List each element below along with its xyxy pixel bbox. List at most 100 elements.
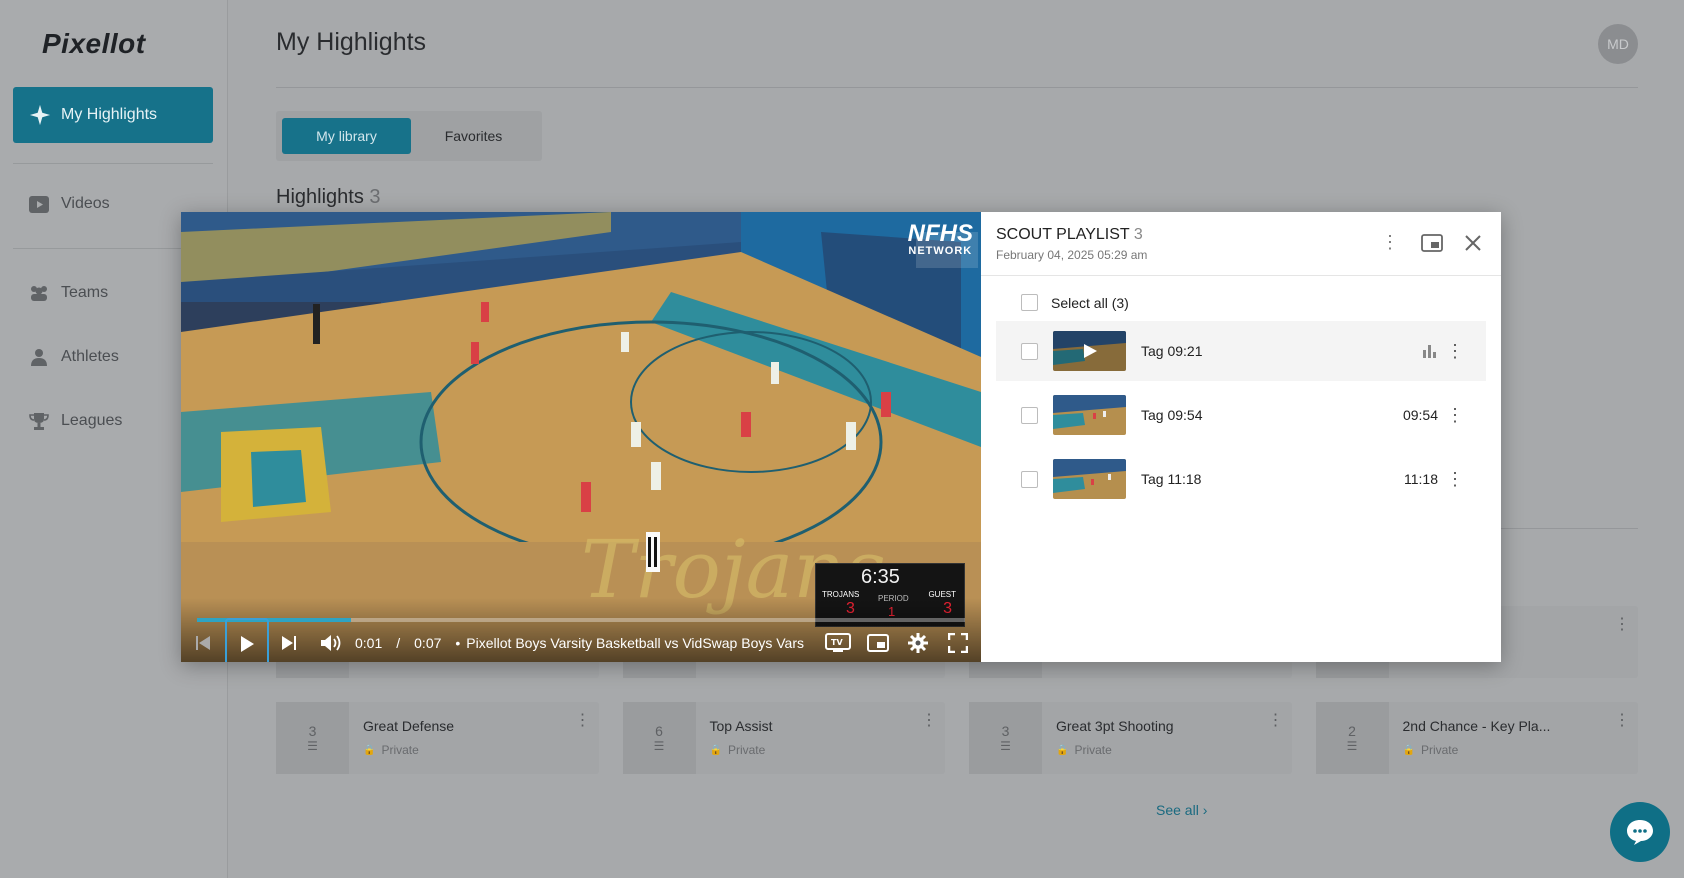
svg-text:TV: TV [831,638,843,647]
settings-button[interactable] [898,626,938,660]
volume-button[interactable] [309,626,353,660]
clip-thumbnail[interactable] [1053,331,1126,371]
clip-more-icon[interactable]: ⋮ [1446,341,1464,362]
close-icon[interactable] [1465,234,1481,251]
playlist-card[interactable]: 6 ☰ Top Assist 🔒 Private ⋮ [622,702,945,774]
pip-button[interactable] [858,626,898,660]
playlist-icon: ☰ [1346,739,1358,753]
playlist-title: Great Defense [363,718,455,734]
more-icon[interactable]: ⋮ [1614,710,1630,730]
clip-more-icon[interactable]: ⋮ [1446,469,1464,490]
highlights-label: Highlights [276,186,364,208]
watermark-top: NFHS [907,220,973,247]
gear-icon [908,633,929,653]
time-separator: / [396,635,401,651]
clip-checkbox[interactable] [1021,342,1038,360]
current-time: 0:01 [355,635,383,651]
avatar[interactable]: MD [1598,24,1638,64]
more-icon[interactable]: ⋮ [1614,614,1630,634]
select-all-checkbox[interactable] [1021,294,1038,311]
privacy-text: Private [381,743,419,757]
watermark-bottom: NETWORK [908,245,973,257]
playlist-panel: SCOUT PLAYLIST 3 February 04, 2025 05:29… [981,212,1501,662]
sidebar-item-my-highlights[interactable]: My Highlights [13,87,213,143]
playlist-title: Great 3pt Shooting [1056,718,1174,734]
fullscreen-button[interactable] [938,626,978,660]
sidebar-divider [13,163,213,164]
panel-actions: ⋮ [1381,232,1481,253]
clip-thumbnail[interactable] [1053,459,1126,499]
select-all-label: Select all (3) [1051,294,1129,311]
see-all-label: See all [1156,802,1199,818]
clip-label: Tag 09:21 [1141,343,1203,359]
clip-item[interactable]: Tag 09:21 ⋮ [996,321,1486,381]
progress-fill [197,618,351,622]
lock-icon: 🔒 [363,744,376,756]
clip-checkbox[interactable] [1021,406,1038,424]
tab-my-library[interactable]: My library [282,118,411,154]
playlist-icon: ☰ [1000,739,1011,753]
video-title: Pixellot Boys Varsity Basketball vs VidS… [466,635,804,651]
game-clock: 6:35 [861,566,900,588]
sidebar-item-label: Teams [61,284,109,301]
app-root: Pixellot My Highlights Videos Teams Athl… [0,0,1684,878]
playlist-title: 2nd Chance - Key Pla... [1402,718,1551,734]
privacy-label: 🔒 Private [710,743,773,757]
sidebar-item-label: Leagues [61,412,123,429]
progress-bar[interactable] [197,618,965,622]
next-button[interactable] [269,626,309,660]
play-icon [241,636,254,652]
chevron-right-icon: › [1202,802,1208,818]
select-all[interactable]: Select all (3) [1021,294,1129,311]
sidebar-item-label: Videos [61,195,110,212]
privacy-label: 🔒 Private [1403,743,1551,757]
sidebar-item-label: Athletes [61,348,119,365]
playlist-card[interactable]: 3 ☰ Great 3pt Shooting 🔒 Private ⋮ [969,702,1292,774]
more-icon[interactable]: ⋮ [1268,710,1284,730]
clip-thumbnail[interactable] [1053,395,1126,435]
play-button[interactable] [225,618,269,662]
privacy-text: Private [1420,743,1459,757]
highlights-heading: Highlights 3 [276,186,381,209]
previous-button[interactable] [181,626,225,660]
more-options-icon[interactable]: ⋮ [1381,232,1399,253]
fullscreen-icon [948,633,969,653]
pixellot-logo[interactable]: Pixellot [42,28,146,60]
playlist-row: 3 ☰ Great Defense 🔒 Private ⋮ 6 ☰ Top Assist… [276,702,1638,774]
clip-checkbox[interactable] [1021,470,1038,488]
library-tabs: My library Favorites [276,111,542,161]
playlist-count: 6 [655,723,663,739]
playlist-count: 3 [1133,226,1143,243]
privacy-label: 🔒 Private [363,743,454,757]
playlist-name: SCOUT PLAYLIST [996,226,1130,243]
skip-next-icon [282,636,296,650]
playlist-title: Top Assist [709,718,773,734]
lock-icon: 🔒 [1056,744,1069,756]
sidebar-item-leagues[interactable]: Leagues [28,412,122,430]
chat-button[interactable] [1610,802,1670,862]
clip-more-icon[interactable]: ⋮ [1446,405,1464,426]
sidebar-item-label: My Highlights [61,106,158,123]
lock-icon: 🔒 [709,744,722,756]
tab-favorites[interactable]: Favorites [411,118,536,154]
sidebar-item-athletes[interactable]: Athletes [28,348,119,366]
clip-item[interactable]: Tag 09:54 09:54 ⋮ [996,385,1486,445]
stats-icon[interactable] [1422,344,1438,358]
clip-item[interactable]: Tag 11:18 11:18 ⋮ [996,449,1486,509]
playlist-thumb: 3 ☰ [969,702,1042,774]
header-divider [276,87,1638,88]
player-controls: 0:01 / 0:07 • Pixellot Boys Varsity Bask… [181,598,981,662]
sidebar-item-videos[interactable]: Videos [28,195,110,213]
sidebar-item-teams[interactable]: Teams [28,284,108,302]
clip-duration: 11:18 [1404,471,1438,487]
clip-label: Tag 11:18 [1141,471,1202,487]
mini-player-icon[interactable] [1421,233,1443,252]
more-icon[interactable]: ⋮ [575,710,591,730]
playlist-card[interactable]: 2 ☰ 2nd Chance - Key Pla... 🔒 Private ⋮ [1315,702,1638,774]
more-icon[interactable]: ⋮ [921,710,937,730]
cast-tv-button[interactable]: TV [818,626,858,660]
teams-icon [28,284,50,302]
see-all-link[interactable]: See all › [1156,802,1207,818]
video-player[interactable]: Trojans NFHS NETWORK 6:35 TROJANS PERIOD… [181,212,981,662]
playlist-card[interactable]: 3 ☰ Great Defense 🔒 Private ⋮ [276,702,599,774]
